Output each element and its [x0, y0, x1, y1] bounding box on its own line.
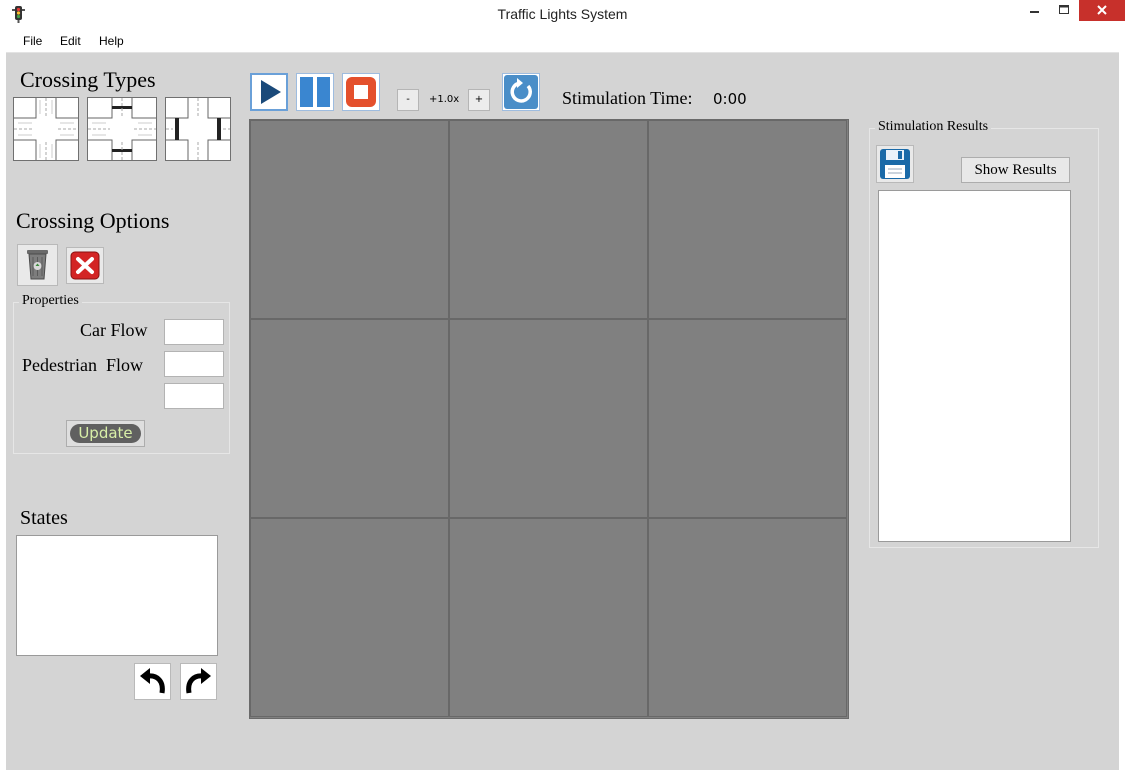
extra-property-input[interactable]	[164, 383, 224, 409]
grid-cell-0-2[interactable]	[648, 120, 847, 319]
speed-label: +1.0x	[429, 94, 460, 105]
floppy-disk-icon	[880, 149, 910, 179]
menu-edit[interactable]: Edit	[60, 34, 81, 48]
grid-cell-1-2[interactable]	[648, 319, 847, 518]
pedestrian-flow-label: Pedestrian Flow	[22, 355, 143, 375]
red-x-icon	[70, 251, 100, 280]
refresh-icon	[504, 75, 538, 109]
grid-cell-0-1[interactable]	[449, 120, 648, 319]
results-title: Stimulation Results	[875, 119, 992, 135]
properties-title: Properties	[19, 293, 82, 309]
maximize-icon	[1059, 5, 1069, 14]
undo-button[interactable]	[134, 663, 171, 700]
crossing-options-heading: Crossing Options	[16, 208, 170, 233]
close-button[interactable]	[1079, 0, 1125, 21]
trash-can-icon	[27, 250, 48, 280]
car-flow-label: Car Flow	[80, 320, 148, 340]
maximize-button[interactable]	[1050, 0, 1077, 21]
grid-cell-2-2[interactable]	[648, 518, 847, 717]
update-button-label: Update	[70, 424, 141, 443]
car-flow-input[interactable]	[164, 319, 224, 345]
stop-button[interactable]	[342, 73, 380, 111]
pedestrian-flow-input[interactable]	[164, 351, 224, 377]
save-results-button[interactable]	[876, 145, 914, 183]
menu-file[interactable]: File	[23, 34, 42, 48]
side-crosswalk-crossing-icon	[166, 98, 230, 160]
crossing-type-crosswalk-button[interactable]	[87, 97, 157, 161]
stop-icon	[346, 77, 376, 107]
crossing-type-side-crosswalk-button[interactable]	[165, 97, 231, 161]
crossing-types-heading: Crossing Types	[20, 67, 156, 92]
show-results-button[interactable]: Show Results	[961, 157, 1070, 183]
redo-button[interactable]	[180, 663, 217, 700]
menu-help[interactable]: Help	[99, 34, 124, 48]
pause-icon	[300, 77, 330, 107]
speed-decrease-button[interactable]: -	[397, 89, 419, 111]
crossing-type-plain-button[interactable]	[13, 97, 79, 161]
title-bar: Traffic Lights System	[0, 0, 1125, 29]
plain-crossing-icon	[14, 98, 78, 160]
main-area: Crossing Types Crossing Options Properti…	[6, 53, 1119, 770]
simulation-time-value: 0:00	[713, 90, 747, 108]
crosswalk-crossing-icon	[88, 98, 156, 160]
window-title: Traffic Lights System	[497, 6, 628, 22]
grid-cell-0-0[interactable]	[250, 120, 449, 319]
pause-button[interactable]	[296, 73, 334, 111]
play-button[interactable]	[250, 73, 288, 111]
clear-crossing-button[interactable]	[66, 247, 104, 284]
grid-cell-1-0[interactable]	[250, 319, 449, 518]
states-heading: States	[20, 507, 68, 529]
menu-bar: File Edit Help	[6, 29, 1119, 53]
undo-icon	[140, 668, 165, 694]
redo-icon	[186, 668, 211, 694]
states-list[interactable]	[16, 535, 218, 656]
grid-cell-1-1[interactable]	[449, 319, 648, 518]
simulation-grid[interactable]	[249, 119, 849, 719]
close-icon	[1097, 5, 1107, 15]
grid-cell-2-1[interactable]	[449, 518, 648, 717]
play-icon	[261, 80, 281, 104]
reset-button[interactable]	[502, 73, 540, 111]
grid-cell-2-0[interactable]	[250, 518, 449, 717]
results-list[interactable]	[878, 190, 1071, 542]
update-button[interactable]: Update	[66, 420, 145, 447]
minimize-icon	[1030, 11, 1039, 13]
delete-crossing-button[interactable]	[17, 244, 58, 286]
minimize-button[interactable]	[1021, 0, 1048, 21]
simulation-time-label: Stimulation Time:	[562, 88, 693, 108]
speed-increase-button[interactable]: +	[468, 89, 490, 111]
